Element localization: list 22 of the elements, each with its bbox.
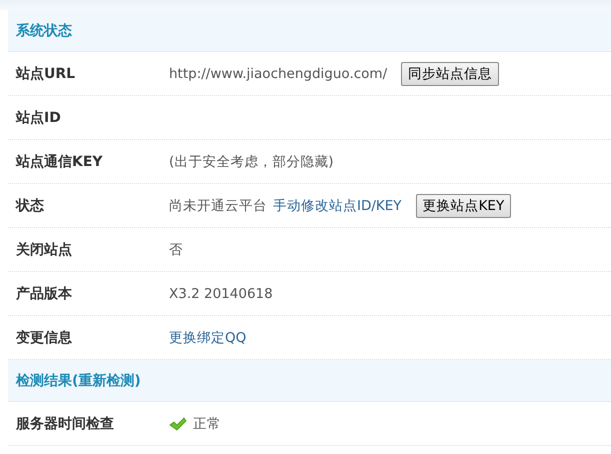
field-value: http://www.jiaochengdiguo.com/ xyxy=(169,66,388,82)
field-link[interactable]: 更换绑定QQ xyxy=(169,328,246,346)
field-label: 站点ID xyxy=(14,108,62,126)
field-value: 否 xyxy=(169,240,183,258)
section-title: 系统状态 xyxy=(16,22,72,40)
field-value: 尚未开通云平台 xyxy=(169,196,267,214)
recheck-link[interactable]: (重新检测) xyxy=(72,372,141,390)
field-value: (出于安全考虑，部分隐藏) xyxy=(169,152,334,170)
status-text: 正常 xyxy=(193,414,221,432)
field-label: 产品版本 xyxy=(15,284,73,302)
field-label: 变更信息 xyxy=(14,328,73,346)
section-title: 检测结果 xyxy=(16,372,72,390)
field-value: X3.2 20140618 xyxy=(169,286,273,302)
field-label: 关闭站点 xyxy=(14,240,73,258)
check-icon xyxy=(169,416,187,432)
field-label: 状态 xyxy=(14,196,45,214)
action-button[interactable]: 同步站点信息 xyxy=(401,62,500,86)
field-link[interactable]: 手动修改站点ID/KEY xyxy=(273,196,402,214)
field-label: 站点URL xyxy=(14,64,76,82)
field-label: 服务器时间检查 xyxy=(14,414,115,432)
action-button[interactable]: 更换站点KEY xyxy=(416,194,512,218)
field-label: 站点通信KEY xyxy=(14,152,104,170)
